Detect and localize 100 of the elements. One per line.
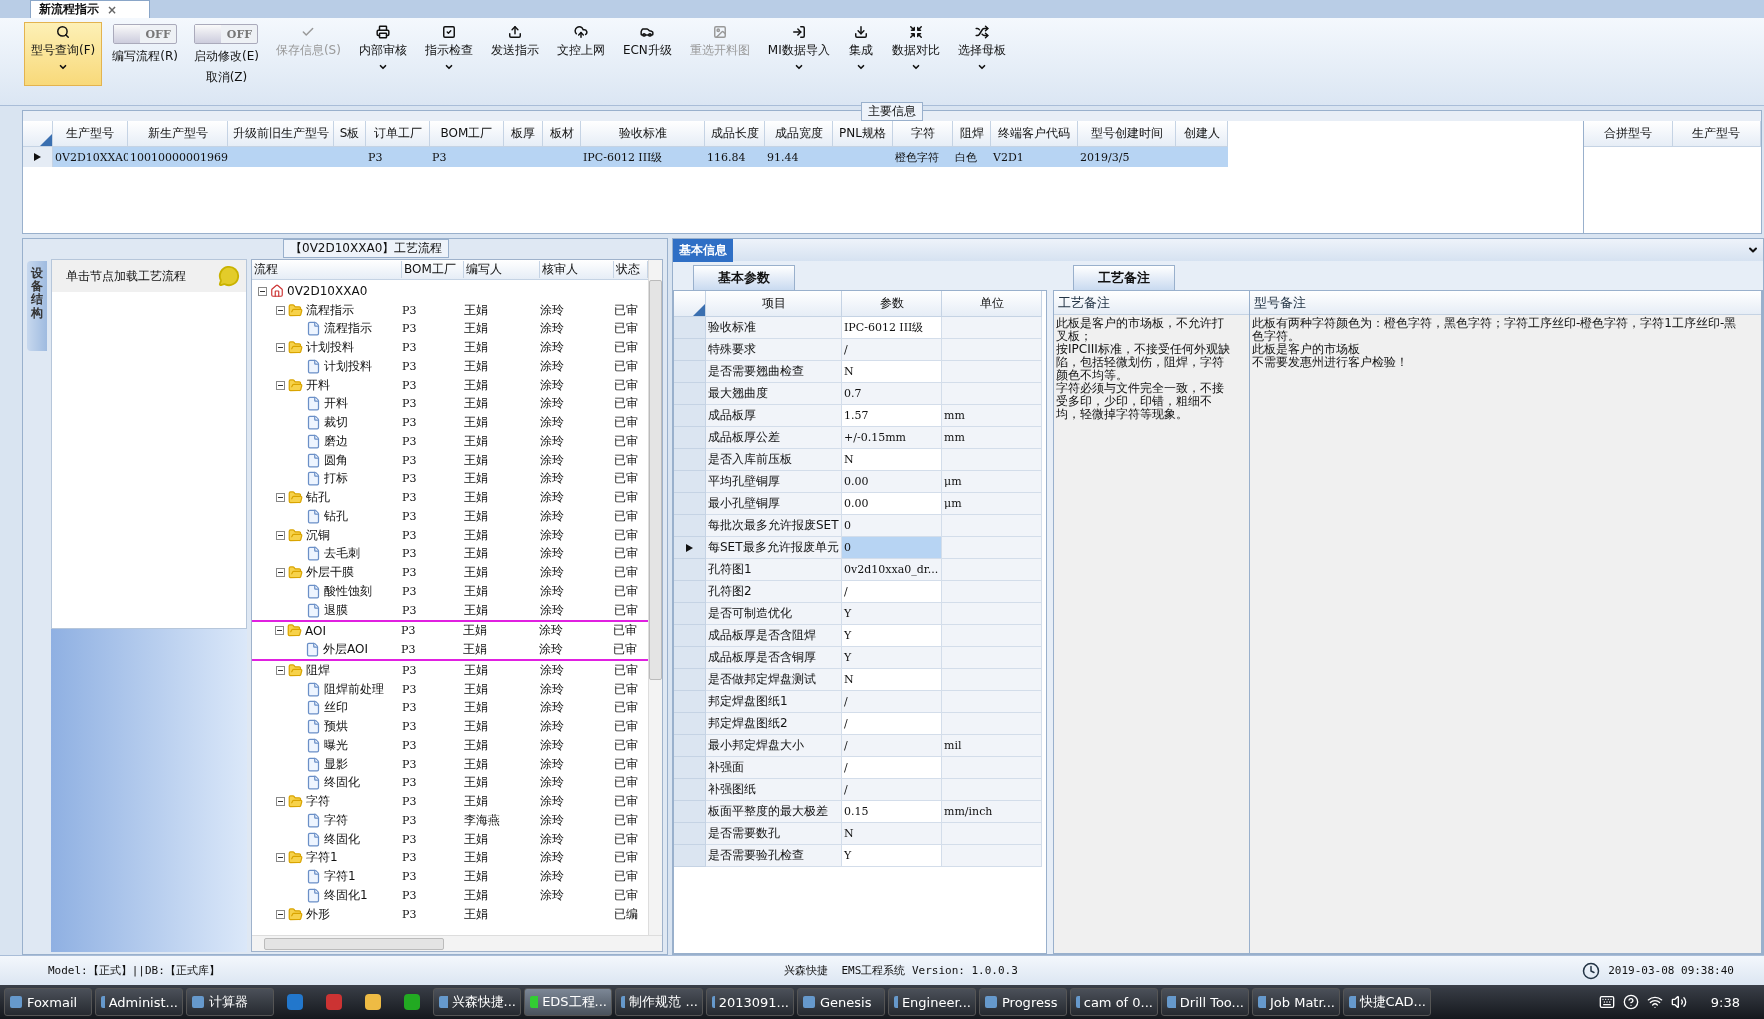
taskbar-button[interactable]: 制作规范 ... bbox=[615, 988, 703, 1016]
tree-node[interactable]: 流程指示 bbox=[252, 320, 402, 338]
tree-node[interactable]: 字符1 bbox=[252, 849, 402, 867]
taskbar-button[interactable]: Job Matr... bbox=[1252, 988, 1340, 1016]
row-marker[interactable] bbox=[674, 383, 706, 405]
column-header[interactable]: 项目 bbox=[706, 291, 842, 317]
row-marker[interactable] bbox=[23, 147, 53, 167]
collapse-icon[interactable] bbox=[276, 343, 285, 353]
tree-node[interactable]: 钻孔 bbox=[252, 507, 402, 525]
column-header[interactable]: 板材 bbox=[543, 121, 581, 147]
column-header[interactable]: 单位 bbox=[942, 291, 1042, 317]
tree-node[interactable]: 开料 bbox=[252, 395, 402, 413]
row-marker[interactable] bbox=[674, 317, 706, 339]
column-header[interactable]: BOM工厂 bbox=[402, 261, 464, 278]
collapse-icon[interactable] bbox=[276, 853, 285, 863]
tree-node[interactable]: 开料 bbox=[252, 376, 402, 394]
tree-node[interactable]: 外层AOI bbox=[252, 641, 401, 659]
tree-node[interactable]: 终固化 bbox=[252, 830, 402, 848]
tree-node[interactable]: 阻焊前处理 bbox=[252, 680, 402, 698]
toggle-switch[interactable]: OFF bbox=[113, 24, 178, 44]
row-marker[interactable] bbox=[674, 625, 706, 647]
collapse-icon[interactable] bbox=[275, 626, 284, 636]
row-marker[interactable] bbox=[674, 493, 706, 515]
toolbar-button[interactable]: 内部审核 bbox=[351, 22, 414, 75]
tree-node[interactable]: 打标 bbox=[252, 470, 402, 488]
column-header[interactable]: 新生产型号 bbox=[128, 121, 228, 147]
taskbar-button[interactable]: Genesis bbox=[797, 988, 885, 1016]
tree-node[interactable]: 磨边 bbox=[252, 432, 402, 450]
column-header[interactable]: 订单工厂 bbox=[366, 121, 430, 147]
toggle-switch[interactable]: OFF bbox=[194, 24, 259, 44]
tree-node[interactable]: 预烘 bbox=[252, 718, 402, 736]
taskbar-button[interactable]: Engineer... bbox=[888, 988, 976, 1016]
column-header[interactable]: 字符 bbox=[893, 121, 953, 147]
row-marker[interactable] bbox=[674, 845, 706, 867]
tree-node[interactable]: 圆角 bbox=[252, 451, 402, 469]
toolbar-button[interactable]: 文控上网 bbox=[549, 22, 612, 62]
taskbar-button[interactable]: Progress bbox=[979, 988, 1067, 1016]
row-marker[interactable] bbox=[674, 449, 706, 471]
pane-tab[interactable]: 基本参数 bbox=[693, 265, 795, 290]
tree-node[interactable]: 丝印 bbox=[252, 699, 402, 717]
row-marker[interactable] bbox=[674, 603, 706, 625]
row-marker[interactable] bbox=[674, 361, 706, 383]
column-header[interactable]: 流程 bbox=[252, 261, 402, 278]
column-header[interactable]: BOM工厂 bbox=[430, 121, 504, 147]
side-tab[interactable]: 设备结构 bbox=[27, 261, 47, 351]
tree-node[interactable]: 字符 bbox=[252, 793, 402, 811]
tree-node[interactable]: 0V2D10XXA0 bbox=[252, 284, 402, 299]
close-icon[interactable]: × bbox=[107, 2, 118, 17]
column-header[interactable]: 生产型号 bbox=[53, 121, 128, 147]
tree-node[interactable]: 去毛刺 bbox=[252, 545, 402, 563]
row-marker[interactable] bbox=[674, 823, 706, 845]
row-marker[interactable] bbox=[674, 427, 706, 449]
row-marker[interactable] bbox=[674, 735, 706, 757]
taskbar-button[interactable]: Drill Too... bbox=[1161, 988, 1249, 1016]
tree-node[interactable]: 裁切 bbox=[252, 414, 402, 432]
row-marker[interactable] bbox=[674, 647, 706, 669]
column-header[interactable]: 阻焊 bbox=[953, 121, 991, 147]
tree-node[interactable]: 流程指示 bbox=[252, 301, 402, 319]
row-marker[interactable] bbox=[674, 757, 706, 779]
column-header[interactable]: 板厚 bbox=[504, 121, 543, 147]
column-header[interactable]: 编写人 bbox=[464, 261, 540, 278]
help-icon[interactable] bbox=[1622, 994, 1639, 1010]
collapse-icon[interactable] bbox=[276, 665, 285, 675]
tree-node[interactable]: 外层干膜 bbox=[252, 564, 402, 582]
tree-node[interactable]: 外形 bbox=[252, 905, 402, 923]
collapse-icon[interactable] bbox=[276, 530, 285, 540]
column-header[interactable]: 核审人 bbox=[540, 261, 614, 278]
taskbar-button[interactable]: 计算器 bbox=[186, 988, 274, 1016]
row-marker[interactable] bbox=[674, 801, 706, 823]
column-header[interactable]: PNL规格 bbox=[833, 121, 893, 147]
row-marker[interactable] bbox=[674, 779, 706, 801]
toolbar-button[interactable]: 选择母板 bbox=[950, 22, 1013, 75]
row-marker[interactable] bbox=[674, 713, 706, 735]
toolbar-button[interactable]: 数据对比 bbox=[884, 22, 947, 75]
row-marker[interactable] bbox=[674, 691, 706, 713]
row-marker[interactable] bbox=[674, 515, 706, 537]
taskbar-button[interactable]: 兴森快捷... bbox=[433, 988, 521, 1016]
collapse-icon[interactable] bbox=[276, 568, 285, 578]
network-icon[interactable] bbox=[1646, 994, 1663, 1010]
tree-node[interactable]: 计划投料 bbox=[252, 357, 402, 375]
column-header[interactable]: 验收标准 bbox=[581, 121, 705, 147]
tree-node[interactable]: 曝光 bbox=[252, 736, 402, 754]
tree-node[interactable]: 酸性蚀刻 bbox=[252, 582, 402, 600]
pane-tab[interactable]: 工艺备注 bbox=[1073, 265, 1175, 290]
collapse-icon[interactable] bbox=[276, 797, 285, 807]
column-header[interactable]: 合拼型号 bbox=[1584, 121, 1673, 147]
row-marker[interactable] bbox=[674, 339, 706, 361]
collapse-icon[interactable] bbox=[276, 380, 285, 390]
column-header[interactable]: 成品宽度 bbox=[765, 121, 833, 147]
horizontal-scrollbar[interactable] bbox=[252, 935, 662, 951]
tree-node[interactable]: 沉铜 bbox=[252, 526, 402, 544]
tree-node[interactable]: 终固化1 bbox=[252, 886, 402, 904]
taskbar-button[interactable]: EDS工程... bbox=[524, 988, 612, 1016]
column-header[interactable]: 成品长度 bbox=[705, 121, 765, 147]
column-header[interactable]: 生产型号 bbox=[1672, 121, 1761, 147]
taskbar-button[interactable]: Foxmail bbox=[4, 988, 92, 1016]
taskbar-button[interactable]: 2013091... bbox=[706, 988, 794, 1016]
row-marker[interactable] bbox=[674, 559, 706, 581]
toolbar-button[interactable]: MI数据导入 bbox=[760, 22, 837, 75]
taskbar-button[interactable]: cam of 0... bbox=[1070, 988, 1158, 1016]
